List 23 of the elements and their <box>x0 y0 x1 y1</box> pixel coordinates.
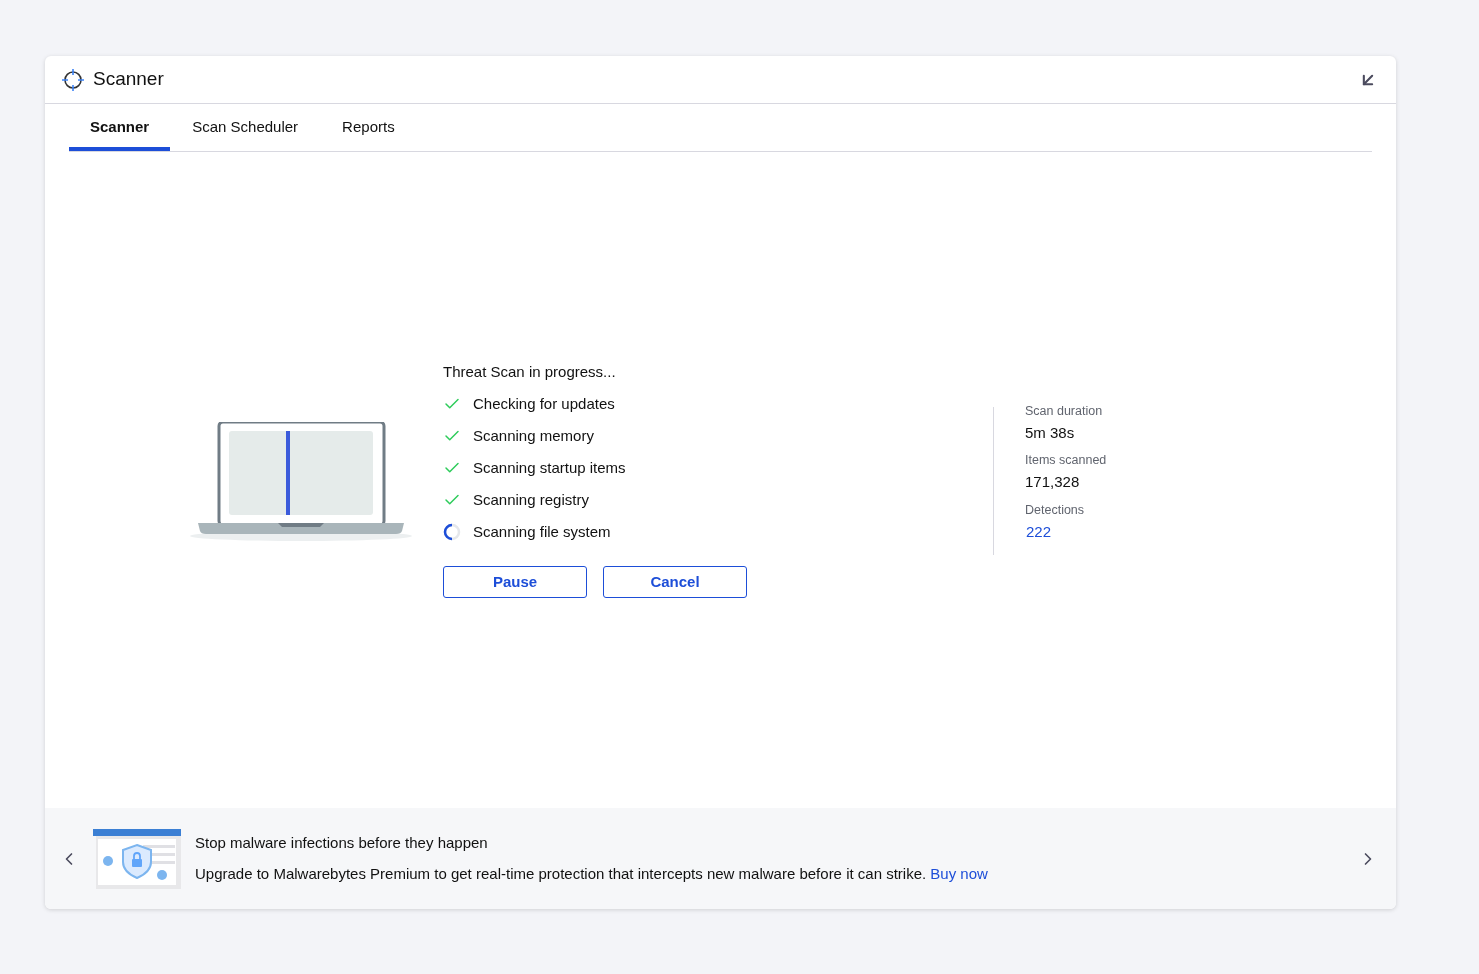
tab[interactable]: Scan Scheduler <box>170 104 321 151</box>
stat-value: 171,328 <box>1025 472 1081 493</box>
spinner-icon <box>443 523 461 541</box>
tab[interactable]: Reports <box>320 104 417 151</box>
stat-value: 5m 38s <box>1025 423 1076 443</box>
promo-text: Upgrade to Malwarebytes Premium to get real-time protection that intercepts new malware before it can strike. Buy now <box>195 863 988 884</box>
scan-step: Scanning memory <box>473 424 594 448</box>
crosshair-icon <box>61 67 85 92</box>
action-button[interactable]: Cancel <box>603 566 747 598</box>
stat-label: Scan duration <box>1025 403 1104 420</box>
window-title: Scanner <box>93 67 164 92</box>
scan-step: Checking for updates <box>473 392 615 416</box>
scan-heading: Threat Scan in progress... <box>443 362 617 382</box>
scan-step: Scanning startup items <box>473 456 626 480</box>
tab[interactable]: Scanner <box>69 104 171 151</box>
promo-title: Stop malware infections before they happen <box>195 833 489 853</box>
scan-step: Scanning file system <box>473 520 611 544</box>
detections-link[interactable]: 222 <box>1025 519 1107 544</box>
scan-step: Scanning registry <box>473 488 589 512</box>
stat-label: Detections <box>1025 501 1086 519</box>
buy-now-link[interactable]: Buy now <box>930 864 988 882</box>
stat-label: Items scanned <box>1025 452 1107 470</box>
action-button[interactable]: Pause <box>443 566 587 598</box>
